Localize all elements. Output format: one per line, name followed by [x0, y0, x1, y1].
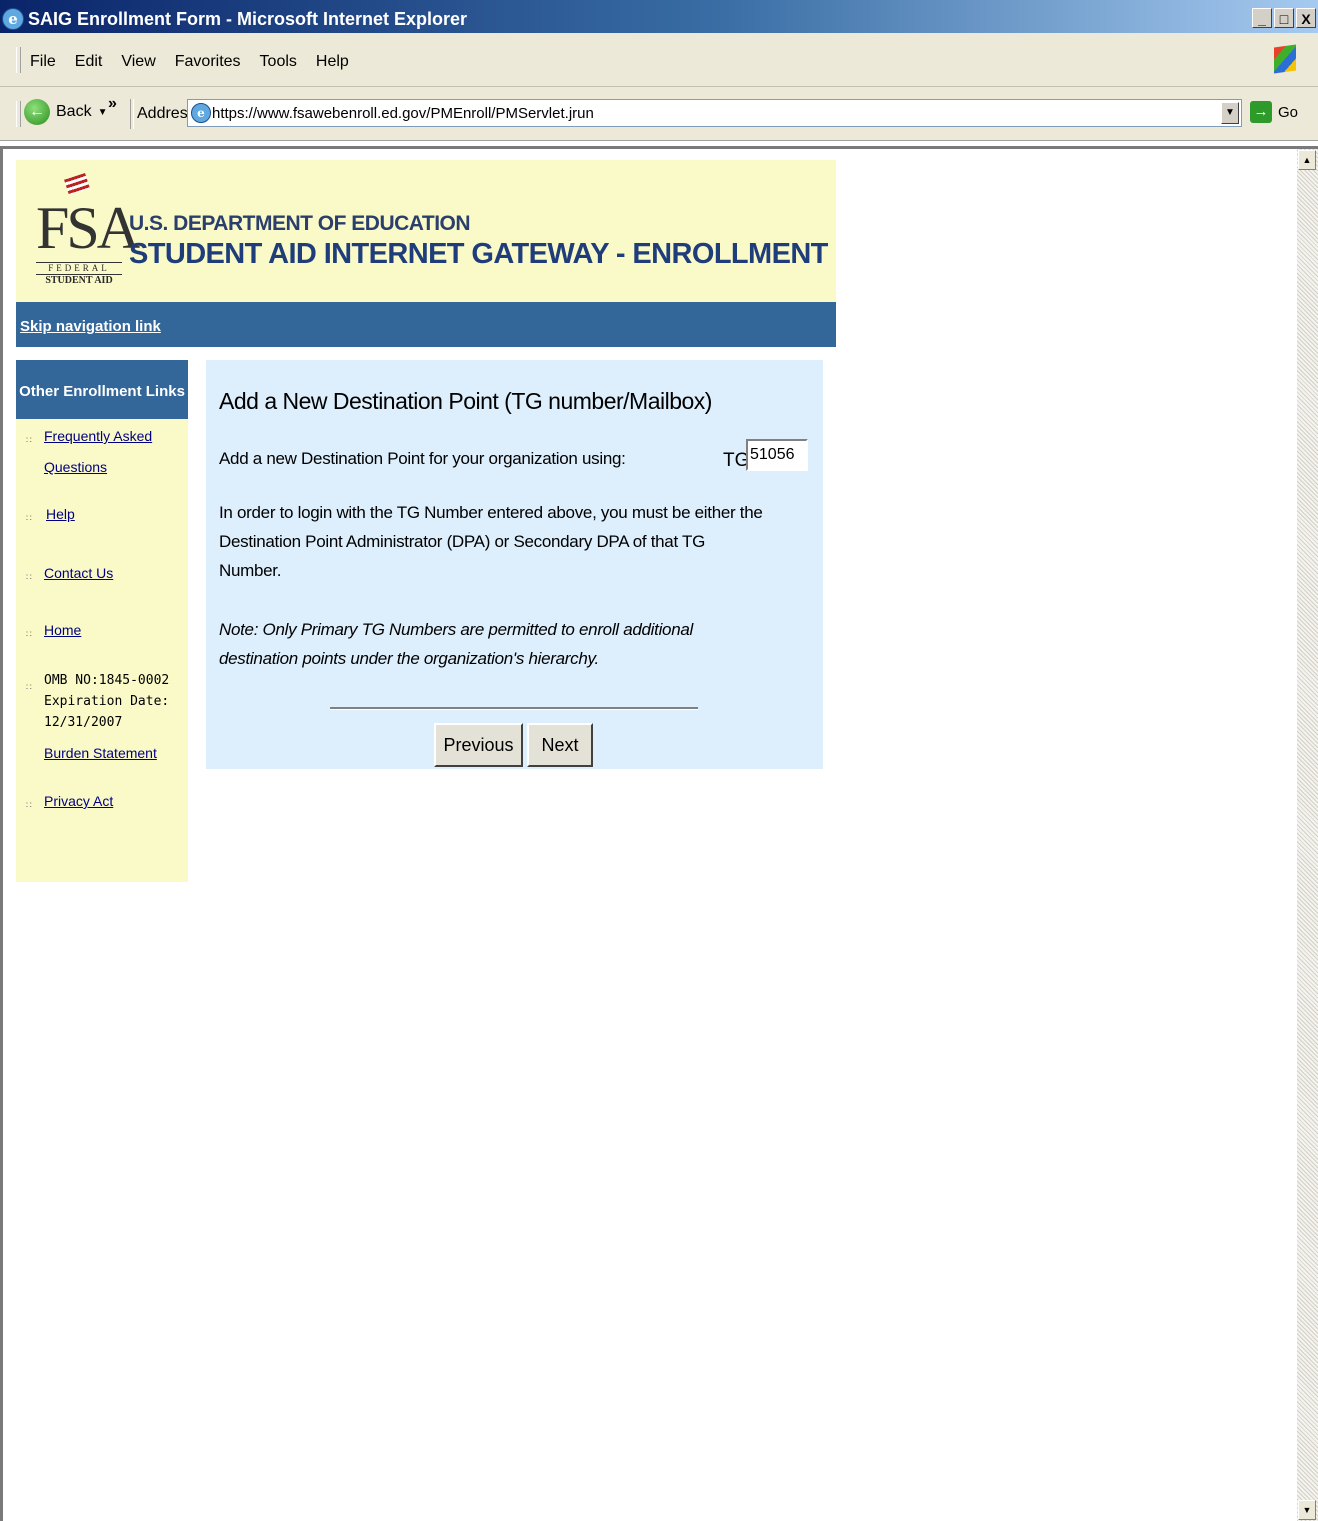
menu-edit[interactable]: Edit: [75, 53, 103, 71]
note-line-2: destination points under the organizatio…: [219, 649, 599, 668]
go-button[interactable]: → Go: [1250, 101, 1298, 123]
window-controls: _ □ X: [1252, 8, 1316, 28]
privacy-act-link[interactable]: Privacy Act: [44, 793, 113, 809]
ie-icon: e: [2, 8, 24, 30]
sidebar: Other Enrollment Links ∷ Frequently Aske…: [16, 360, 188, 882]
toolbar-separator: [130, 99, 134, 129]
toolbar: ← Back ▼ » Address e ▼ → Go: [0, 87, 1318, 141]
site-header: FSA FEDERAL STUDENT AID U.S. DEPARTMENT …: [16, 160, 836, 302]
instruction-text: Add a new Destination Point for your org…: [219, 449, 626, 468]
main-panel: Add a New Destination Point (TG number/M…: [206, 360, 823, 769]
login-info-line-1: In order to login with the TG Number ent…: [219, 503, 763, 522]
next-button[interactable]: Next: [527, 723, 593, 767]
page-icon: e: [191, 103, 211, 123]
flag-icon: [64, 172, 90, 196]
skip-navigation-link[interactable]: Skip navigation link: [20, 318, 161, 335]
menu-bar: File Edit View Favorites Tools Help: [0, 33, 1318, 87]
bullet-icon: ∷: [26, 682, 32, 692]
previous-button[interactable]: Previous: [434, 723, 523, 767]
nav-bar: Skip navigation link: [16, 302, 836, 347]
close-button[interactable]: X: [1296, 8, 1316, 28]
bullet-icon: ∷: [26, 629, 32, 639]
scroll-down-icon[interactable]: ▼: [1298, 1500, 1316, 1520]
browser-viewport: FSA FEDERAL STUDENT AID U.S. DEPARTMENT …: [0, 146, 1318, 1521]
sidebar-heading: Other Enrollment Links: [16, 360, 188, 419]
back-arrow-icon: ←: [24, 99, 50, 125]
home-link[interactable]: Home: [44, 622, 81, 638]
department-title: U.S. DEPARTMENT OF EDUCATION: [129, 212, 471, 235]
go-label: Go: [1278, 103, 1299, 121]
bullet-icon: ∷: [26, 513, 32, 523]
bullet-icon: ∷: [26, 572, 32, 582]
window-title-bar: e SAIG Enrollment Form - Microsoft Inter…: [0, 0, 1318, 33]
note-line-1: Note: Only Primary TG Numbers are permit…: [219, 620, 693, 639]
address-dropdown-icon[interactable]: ▼: [1221, 102, 1239, 124]
burden-statement-link[interactable]: Burden Statement: [44, 745, 157, 761]
back-dropdown-icon[interactable]: ▼: [98, 107, 108, 118]
menu-help[interactable]: Help: [316, 53, 349, 71]
toolbar-overflow-button[interactable]: »: [108, 95, 117, 113]
omb-expiration-label: Expiration Date:: [44, 694, 170, 709]
go-arrow-icon: →: [1250, 101, 1272, 123]
restore-button[interactable]: □: [1274, 8, 1294, 28]
back-button[interactable]: ← Back ▼: [24, 99, 107, 125]
menu-file[interactable]: File: [30, 53, 56, 71]
menu-tools[interactable]: Tools: [260, 53, 297, 71]
fsa-logo: FSA FEDERAL STUDENT AID: [36, 172, 140, 286]
faq-link-continued[interactable]: Questions: [44, 459, 107, 475]
menu-favorites[interactable]: Favorites: [175, 53, 241, 71]
menu-view[interactable]: View: [121, 53, 155, 71]
toolbar-grip: [16, 101, 21, 127]
back-label: Back: [56, 103, 92, 120]
omb-expiration-date: 12/31/2007: [44, 715, 123, 730]
login-info-line-2: Destination Point Administrator (DPA) or…: [219, 532, 706, 551]
page-title: STUDENT AID INTERNET GATEWAY - ENROLLMEN…: [129, 238, 828, 270]
vertical-scrollbar[interactable]: ▲ ▼: [1297, 149, 1318, 1521]
tg-number-input[interactable]: [746, 439, 808, 471]
omb-number: OMB NO:1845-0002: [44, 673, 170, 688]
divider: [330, 707, 698, 710]
bullet-icon: ∷: [26, 435, 32, 445]
scroll-up-icon[interactable]: ▲: [1298, 150, 1316, 170]
faq-link[interactable]: Frequently Asked: [44, 428, 152, 444]
window-title: SAIG Enrollment Form - Microsoft Interne…: [28, 9, 468, 29]
address-bar[interactable]: e ▼: [187, 99, 1242, 127]
login-info-line-3: Number.: [219, 561, 282, 580]
windows-logo-icon: [1274, 44, 1296, 74]
contact-us-link[interactable]: Contact Us: [44, 565, 113, 581]
bullet-icon: ∷: [26, 800, 32, 810]
address-input[interactable]: [212, 103, 1212, 123]
menu-grip: [16, 47, 21, 73]
minimize-button[interactable]: _: [1252, 8, 1272, 28]
section-title: Add a New Destination Point (TG number/M…: [219, 388, 712, 414]
help-link[interactable]: Help: [46, 506, 75, 522]
